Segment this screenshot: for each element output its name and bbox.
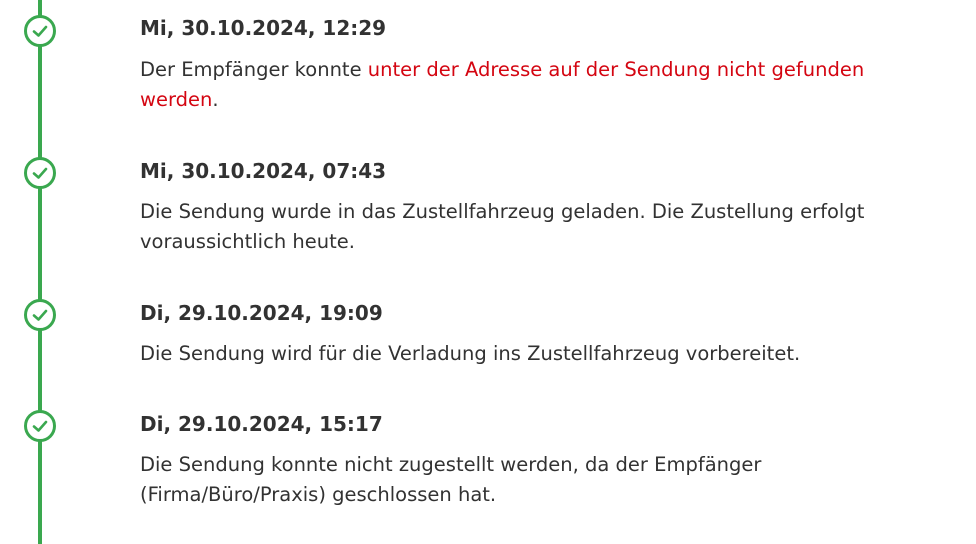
- event-description: Die Sendung wird für die Verladung ins Z…: [140, 342, 801, 365]
- event-date: Di, 29.10.2024, 19:09: [140, 301, 383, 325]
- event-description: Die Sendung konnte nicht zugestellt werd…: [140, 453, 762, 506]
- event-text-end: .: [212, 88, 219, 111]
- check-circle-icon: [24, 299, 56, 331]
- check-circle-icon: [24, 157, 56, 189]
- event-description: Die Sendung wurde in das Zustellfahrzeug…: [140, 200, 865, 253]
- timeline-line: [38, 0, 42, 544]
- event-text: Der Empfänger konnte: [140, 58, 368, 81]
- check-circle-icon: [24, 15, 56, 47]
- check-circle-icon: [24, 410, 56, 442]
- event-date: Mi, 30.10.2024, 12:29: [140, 16, 387, 40]
- event-date: Mi, 30.10.2024, 07:43: [140, 159, 387, 183]
- event-date: Di, 29.10.2024, 15:17: [140, 412, 383, 436]
- event-description: Der Empfänger konnte unter der Adresse a…: [140, 55, 940, 115]
